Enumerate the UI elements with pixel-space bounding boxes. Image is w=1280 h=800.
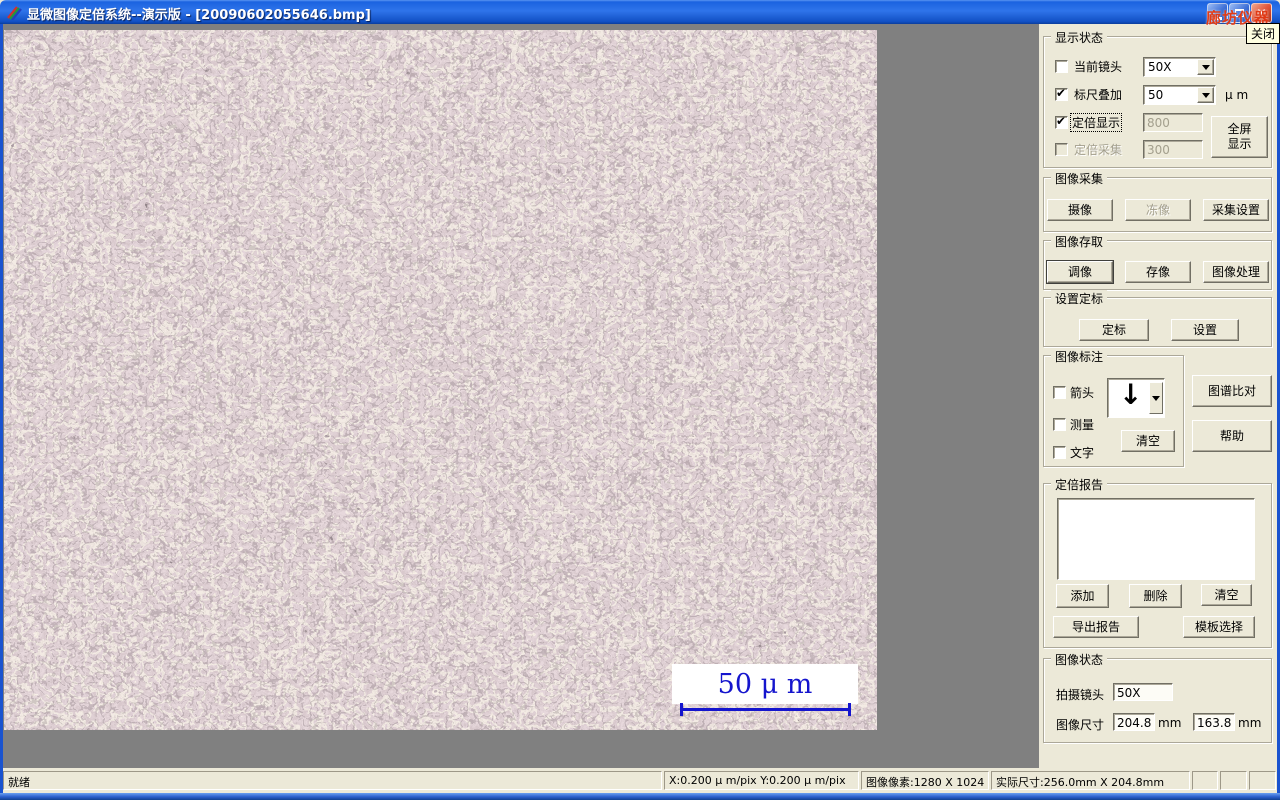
label-shoot-lens: 拍摄镜头 <box>1056 688 1105 702</box>
chevron-down-icon[interactable] <box>1149 382 1163 414</box>
capture-settings-button[interactable]: 采集设置 <box>1203 199 1269 221</box>
template-select-button[interactable]: 模板选择 <box>1183 616 1255 638</box>
status-actual-size: 实际尺寸:256.0mm X 204.8mm <box>991 771 1190 790</box>
label-mm-unit: mm <box>1158 716 1182 730</box>
group-title: 图像标注 <box>1051 348 1108 365</box>
group-display-status: 显示状态 当前镜头 50X 标尺叠加 50 μ m 定倍显示 800 定倍采集 … <box>1043 29 1272 168</box>
export-report-button[interactable]: 导出报告 <box>1053 616 1139 638</box>
group-title: 图像存取 <box>1051 233 1108 250</box>
freeze-button: 冻像 <box>1125 199 1191 221</box>
window-border-bottom <box>0 793 1280 800</box>
checkbox-measure[interactable] <box>1053 418 1066 431</box>
checkbox-fixed-display[interactable] <box>1055 114 1068 129</box>
save-image-button[interactable]: 存像 <box>1125 261 1191 283</box>
app-window: 显微图像定倍系统--演示版 - [20090602055646.bmp] ✕ 廊… <box>0 0 1280 800</box>
label-arrow: 箭头 <box>1070 386 1095 400</box>
capture-button[interactable]: 摄像 <box>1047 199 1113 221</box>
help-button[interactable]: 帮助 <box>1192 420 1272 452</box>
delete-report-button[interactable]: 删除 <box>1129 584 1182 608</box>
fullscreen-button[interactable]: 全屏 显示 <box>1211 116 1268 158</box>
chevron-down-icon[interactable] <box>1197 87 1214 103</box>
label-mm-unit: mm <box>1238 716 1262 730</box>
calibrate-button[interactable]: 定标 <box>1079 319 1149 341</box>
group-image-capture: 图像采集 摄像 冻像 采集设置 <box>1043 170 1272 232</box>
fullscreen-button-line2: 显示 <box>1227 137 1252 151</box>
clear-report-button[interactable]: 清空 <box>1201 584 1252 606</box>
scale-bar-label: 50 μ m <box>672 664 858 704</box>
group-title: 定倍报告 <box>1051 476 1108 493</box>
label-ruler-overlay: 标尺叠加 <box>1074 88 1123 102</box>
scale-bar-line <box>680 703 851 716</box>
group-title: 设置定标 <box>1051 290 1108 307</box>
titlebar: 显微图像定倍系统--演示版 - [20090602055646.bmp] ✕ 廊… <box>0 0 1280 27</box>
input-fixed-capture: 300 <box>1143 140 1203 159</box>
group-image-storage: 图像存取 调像 存像 图像处理 <box>1043 233 1272 290</box>
label-measure: 测量 <box>1070 418 1095 432</box>
report-listbox[interactable] <box>1057 498 1255 580</box>
statusbar: 就绪 X:0.200 μ m/pix Y:0.200 μ m/pix 图像像素:… <box>3 768 1277 793</box>
app-icon <box>6 4 22 21</box>
input-image-height: 163.8 <box>1193 713 1235 731</box>
label-fixed-display: 定倍显示 <box>1069 113 1123 132</box>
lens-combobox[interactable]: 50X <box>1143 57 1216 77</box>
load-image-button[interactable]: 调像 <box>1047 261 1113 283</box>
ruler-combobox[interactable]: 50 <box>1143 85 1216 105</box>
fullscreen-button-line1: 全屏 <box>1227 122 1252 136</box>
status-resolution: X:0.200 μ m/pix Y:0.200 μ m/pix <box>664 771 859 790</box>
group-title: 显示状态 <box>1051 29 1108 46</box>
checkbox-fixed-capture <box>1055 143 1068 156</box>
chevron-down-icon[interactable] <box>1197 59 1214 75</box>
group-title: 图像状态 <box>1051 651 1108 668</box>
lens-combobox-value: 50X <box>1148 60 1172 74</box>
checkbox-text[interactable] <box>1053 446 1066 459</box>
window-title: 显微图像定倍系统--演示版 - [20090602055646.bmp] <box>27 8 371 23</box>
group-title: 图像采集 <box>1051 170 1108 187</box>
label-current-lens: 当前镜头 <box>1074 60 1123 74</box>
add-report-button[interactable]: 添加 <box>1056 584 1109 608</box>
image-process-button[interactable]: 图像处理 <box>1203 261 1269 283</box>
input-image-width: 204.8 <box>1113 713 1155 731</box>
group-report: 定倍报告 添加 删除 清空 导出报告 模板选择 <box>1043 476 1272 648</box>
label-text: 文字 <box>1070 446 1095 460</box>
label-micron-unit: μ m <box>1225 88 1249 102</box>
window-border-left <box>0 24 3 793</box>
arrow-style-picker[interactable]: ↓ <box>1107 378 1165 418</box>
down-arrow-icon: ↓ <box>1119 378 1143 411</box>
ruler-combobox-value: 50 <box>1148 88 1164 102</box>
status-pixels: 图像像素:1280 X 1024 <box>861 771 989 790</box>
image-viewer: 50 μ m <box>3 24 1039 768</box>
group-calibration: 设置定标 定标 设置 <box>1043 290 1272 347</box>
scale-bar-text: 50 μ m <box>717 668 813 700</box>
checkbox-arrow[interactable] <box>1053 386 1066 399</box>
checkbox-ruler-overlay[interactable] <box>1055 86 1068 101</box>
status-ready: 就绪 <box>3 771 662 790</box>
micrograph-image: 50 μ m <box>4 30 877 730</box>
atlas-compare-button[interactable]: 图谱比对 <box>1192 375 1272 407</box>
group-image-status: 图像状态 拍摄镜头 50X 图像尺寸 204.8 mm 163.8 mm <box>1043 651 1272 743</box>
status-empty-3 <box>1249 771 1276 790</box>
label-fixed-capture: 定倍采集 <box>1074 143 1123 157</box>
settings-button[interactable]: 设置 <box>1171 319 1239 341</box>
status-empty-1 <box>1192 771 1218 790</box>
close-tooltip: 关闭 <box>1246 23 1280 44</box>
input-lens: 50X <box>1113 683 1173 701</box>
control-panel: 显示状态 当前镜头 50X 标尺叠加 50 μ m 定倍显示 800 定倍采集 … <box>1039 24 1277 768</box>
input-fixed-display: 800 <box>1143 113 1203 132</box>
clear-annotation-button[interactable]: 清空 <box>1121 430 1175 452</box>
status-empty-2 <box>1220 771 1247 790</box>
label-image-size: 图像尺寸 <box>1056 718 1105 732</box>
group-annotation: 图像标注 箭头 ↓ 测量 清空 文字 <box>1043 348 1184 467</box>
checkbox-current-lens[interactable] <box>1055 60 1068 73</box>
